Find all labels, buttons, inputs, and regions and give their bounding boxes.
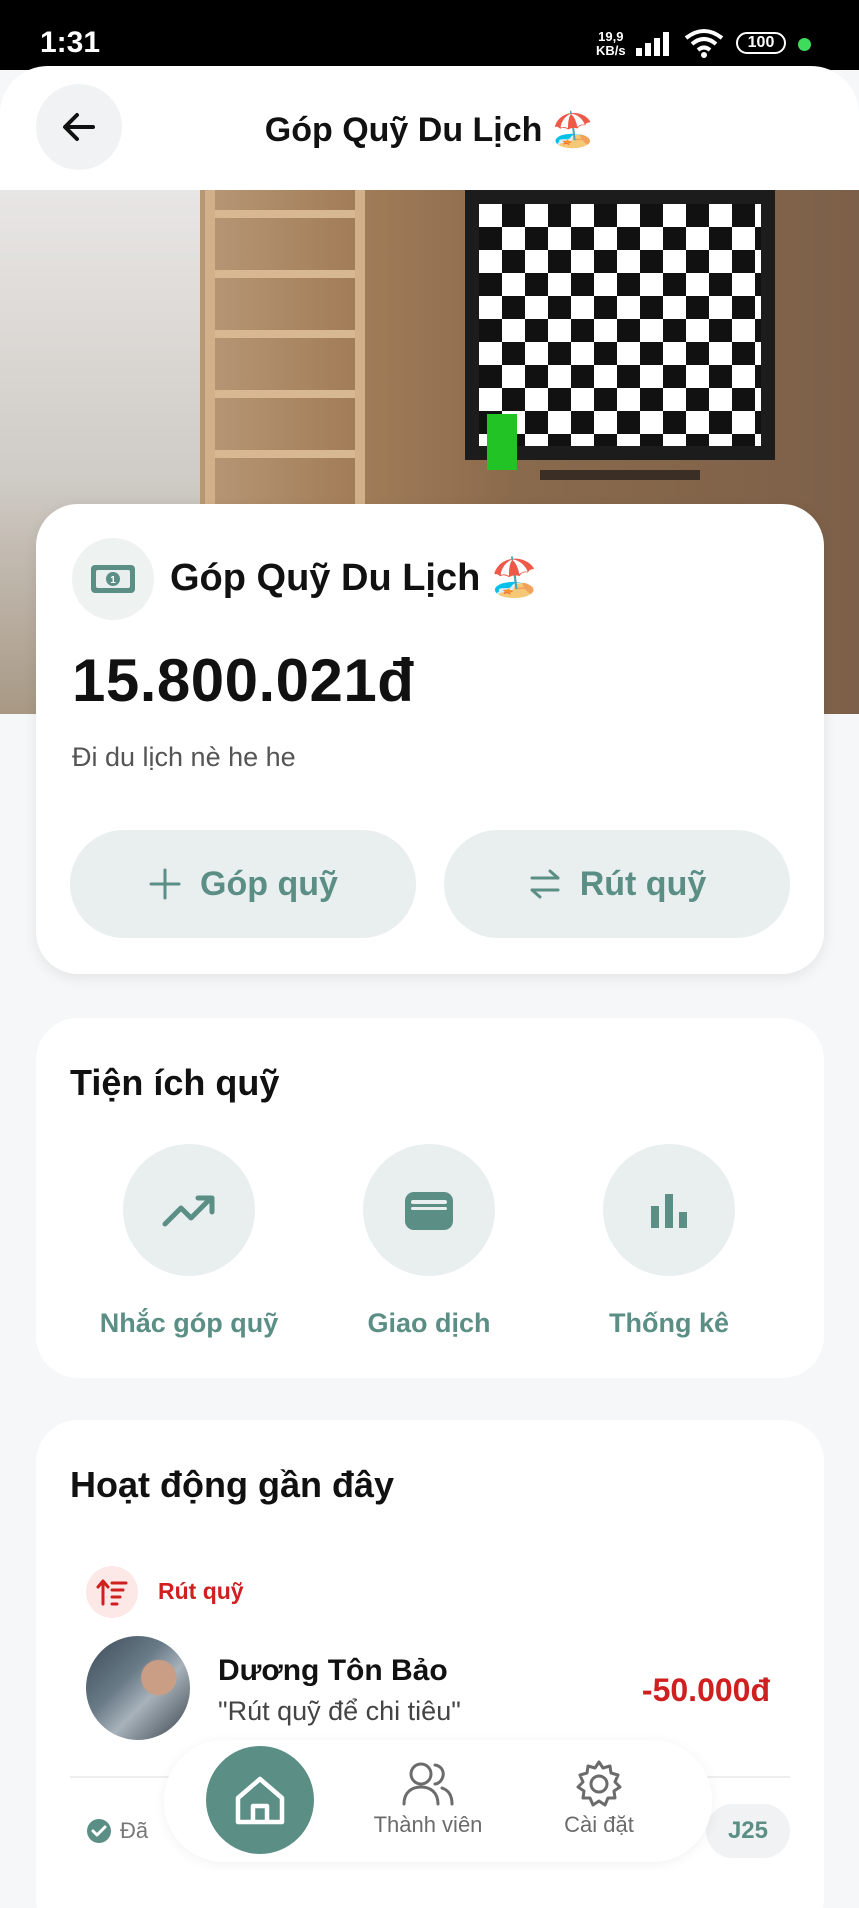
privacy-indicator-dot	[798, 38, 811, 51]
utility-reminder[interactable]: Nhắc góp quỹ	[89, 1144, 289, 1339]
contribute-button[interactable]: Góp quỹ	[70, 830, 416, 938]
signal-icon	[636, 32, 669, 56]
withdraw-label: Rút quỹ	[579, 864, 707, 903]
page-title: Góp Quỹ Du Lịch 🏖️	[264, 111, 595, 149]
nav-members[interactable]: Thành viên	[358, 1756, 498, 1838]
check-circle-icon	[87, 1819, 111, 1843]
nav-settings-label: Cài đặt	[564, 1812, 634, 1837]
battery-indicator: 100	[736, 32, 786, 54]
activity-note: "Rút quỹ để chi tiêu"	[218, 1696, 461, 1726]
network-speed: 19,9 KB/s	[596, 30, 626, 58]
wallet-icon	[405, 1192, 453, 1230]
activity-member-name: Dương Tôn Bảo	[218, 1654, 448, 1687]
utility-transactions-circle	[363, 1144, 495, 1276]
activity-type-label: Rút quỹ	[158, 1578, 244, 1604]
cover-green-block	[487, 414, 517, 470]
activity-status: Đã	[86, 1818, 148, 1844]
gear-icon	[576, 1760, 622, 1807]
utility-reminder-circle	[123, 1144, 255, 1276]
activity-status-text: Đã	[120, 1818, 149, 1843]
network-speed-unit: KB/s	[596, 43, 626, 58]
utility-statistics-circle	[603, 1144, 735, 1276]
fund-balance-card: 1 Góp Quỹ Du Lịch 🏖️ 15.800.021đ Đi du l…	[36, 504, 824, 974]
plus-icon	[149, 868, 181, 900]
fund-utilities-card: Tiện ích quỹ Nhắc góp quỹ Giao dịch Thốn…	[36, 1018, 824, 1378]
svg-text:1: 1	[110, 575, 116, 586]
cover-tv-screen	[479, 204, 761, 470]
status-bar: 1:31 19,9 KB/s 100	[0, 0, 859, 70]
utility-statistics[interactable]: Thống kê	[569, 1144, 769, 1339]
utilities-title: Tiện ích quỹ	[70, 1062, 280, 1103]
cover-tv-stand	[540, 470, 700, 480]
cover-tv	[465, 190, 775, 470]
users-icon	[402, 1762, 454, 1806]
fund-balance: 15.800.021đ	[72, 647, 415, 714]
withdraw-button[interactable]: Rút quỹ	[444, 830, 790, 938]
wifi-icon	[684, 29, 724, 58]
contribute-label: Góp quỹ	[200, 864, 338, 903]
app-header: Góp Quỹ Du Lịch 🏖️	[0, 66, 859, 190]
bar-chart-icon	[651, 1194, 687, 1228]
status-time: 1:31	[40, 26, 101, 59]
nav-home-button[interactable]	[206, 1746, 314, 1854]
utility-statistics-label: Thống kê	[609, 1308, 729, 1338]
swap-arrows-icon	[530, 869, 560, 899]
avatar	[86, 1636, 190, 1740]
cover-bookshelf	[205, 190, 365, 520]
money-icon: 1	[72, 538, 154, 620]
network-speed-value: 19,9	[598, 29, 624, 44]
utility-reminder-label: Nhắc góp quỹ	[99, 1308, 279, 1338]
nav-members-label: Thành viên	[373, 1812, 483, 1837]
home-icon	[235, 1776, 285, 1825]
fund-name: Góp Quỹ Du Lịch 🏖️	[170, 557, 539, 599]
activity-title: Hoạt động gần đây	[70, 1464, 394, 1505]
utility-transactions-label: Giao dịch	[367, 1308, 491, 1338]
activity-amount: -50.000đ	[641, 1672, 770, 1708]
activity-date-chip: J25	[705, 1804, 790, 1858]
trending-up-icon	[162, 1195, 215, 1227]
fund-description: Đi du lịch nè he he	[72, 742, 296, 772]
nav-settings[interactable]: Cài đặt	[529, 1756, 669, 1838]
utility-transactions[interactable]: Giao dịch	[329, 1144, 529, 1339]
withdraw-type-icon	[86, 1566, 138, 1618]
